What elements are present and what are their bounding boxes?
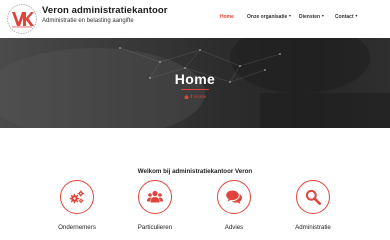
caret-down-icon: ▼ xyxy=(288,14,292,18)
service-icon-circle[interactable] xyxy=(138,180,172,214)
service-ondernemers[interactable]: Ondernemers xyxy=(47,180,107,240)
search-icon xyxy=(305,189,321,205)
gears-icon xyxy=(69,190,84,204)
chat-icon xyxy=(226,190,242,204)
service-administratie[interactable]: Administratie xyxy=(283,180,343,240)
caret-down-icon: ▼ xyxy=(321,14,325,18)
users-icon xyxy=(147,190,163,203)
site-header: Veron administratiekantoor Administratie… xyxy=(0,0,390,38)
caret-down-icon: ▼ xyxy=(354,14,359,18)
service-label: Particulieren xyxy=(137,224,173,231)
service-icon-circle[interactable] xyxy=(296,180,330,214)
breadcrumb-current: Home xyxy=(194,94,207,99)
nav-item-label: Diensten xyxy=(299,14,321,20)
brand-subtitle: Administratie en belasting aangifte xyxy=(42,18,134,24)
nav-item-diensten[interactable]: Diensten▼ xyxy=(299,14,325,20)
home-icon[interactable] xyxy=(183,94,189,99)
service-advies[interactable]: Advies xyxy=(204,180,264,240)
brand-title[interactable]: Veron administratiekantoor xyxy=(42,5,168,16)
nav-item-label: Home xyxy=(220,14,234,20)
service-icon-circle[interactable] xyxy=(60,180,94,214)
service-icon-circle[interactable] xyxy=(217,180,251,214)
welcome-heading: Welkom bij administratiekantoor Veron xyxy=(137,168,253,175)
page-title: Home xyxy=(174,71,216,87)
title-underline xyxy=(181,89,209,91)
service-label: Ondernemers xyxy=(58,224,96,231)
service-particulieren[interactable]: Particulieren xyxy=(125,180,185,240)
service-label: Administratie xyxy=(295,224,331,231)
hero-banner: Home / Home xyxy=(0,38,390,128)
breadcrumb-separator: / xyxy=(190,94,193,99)
brand-logo[interactable] xyxy=(6,3,38,35)
nav-item-home[interactable]: Home xyxy=(220,14,234,20)
nav-item-onze-organisatie[interactable]: Onze organisatie▼ xyxy=(247,14,292,20)
service-label: Advies xyxy=(224,224,244,231)
nav-item-label: Onze organisatie xyxy=(247,14,288,20)
breadcrumb: / Home xyxy=(0,94,390,99)
nav-item-contact[interactable]: Contact▼ xyxy=(335,14,358,20)
nav-item-label: Contact xyxy=(335,14,354,20)
